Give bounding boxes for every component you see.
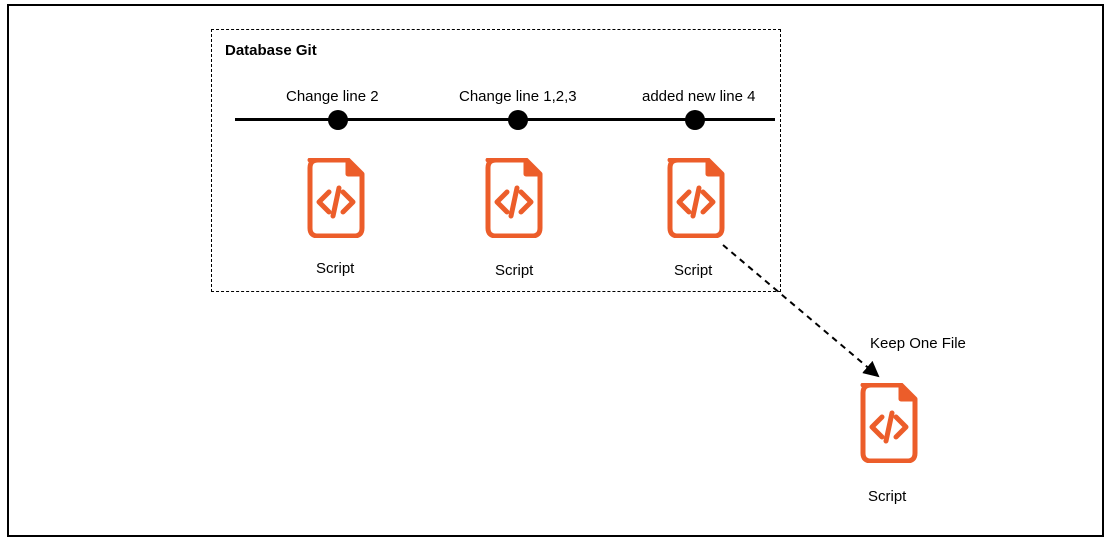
code-file-icon [853,383,923,463]
commit-label-1: Change line 2 [286,88,379,105]
box-title: Database Git [225,42,317,59]
script-label-4: Script [868,488,906,505]
code-file-icon [300,158,370,238]
arrow-label: Keep One File [870,335,966,352]
code-file-icon [660,158,730,238]
commit-dot-1 [328,110,348,130]
commit-label-3: added new line 4 [642,88,755,105]
commit-dot-2 [508,110,528,130]
script-label-2: Script [495,262,533,279]
commit-label-2: Change line 1,2,3 [459,88,577,105]
script-label-1: Script [316,260,354,277]
commit-dot-3 [685,110,705,130]
script-label-3: Script [674,262,712,279]
code-file-icon [478,158,548,238]
